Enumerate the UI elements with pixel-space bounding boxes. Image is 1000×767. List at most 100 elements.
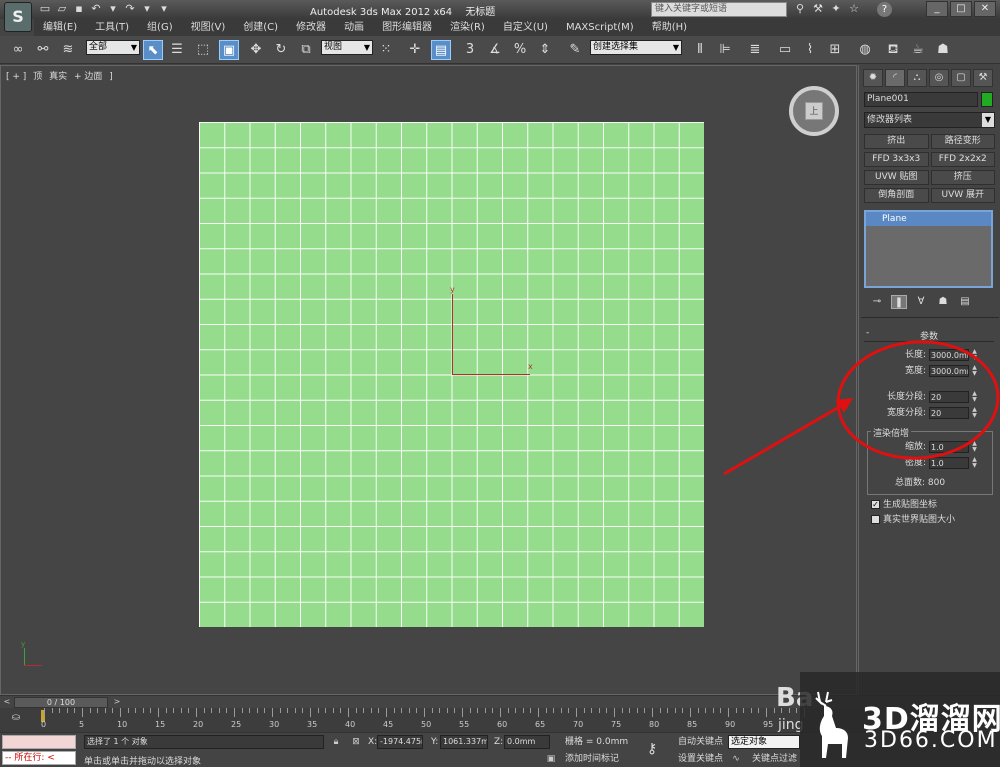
layer-manager-icon[interactable]: ≣ xyxy=(745,40,765,60)
menu-modifiers[interactable]: 修改器 xyxy=(287,19,335,36)
modify-tab-icon[interactable]: ◜ xyxy=(885,69,905,87)
move-icon[interactable]: ✥ xyxy=(246,40,266,60)
modifier-unwrap-uvw-button[interactable]: UVW 展开 xyxy=(930,188,995,203)
open-file-icon[interactable]: ▱ xyxy=(55,2,69,16)
x-coord-field[interactable]: -1974.475n xyxy=(377,735,423,749)
undo-dropdown-icon[interactable]: ▾ xyxy=(106,2,120,16)
motion-tab-icon[interactable]: ◎ xyxy=(929,69,949,87)
app-logo-icon[interactable]: S xyxy=(4,2,32,32)
percent-snap-icon[interactable]: % xyxy=(510,40,530,60)
parameters-rollout-header[interactable]: - 参数 xyxy=(864,328,994,342)
star-icon[interactable]: ☆ xyxy=(847,2,861,16)
rendered-frame-icon[interactable]: ☕ xyxy=(908,40,928,60)
menu-animation[interactable]: 动画 xyxy=(335,19,373,36)
viewport-pov-label[interactable]: 顶 xyxy=(33,72,42,82)
bind-space-warp-icon[interactable]: ≋ xyxy=(58,40,78,60)
key-filters-button[interactable]: 关键点过滤 xyxy=(752,752,797,766)
spinner-icon[interactable]: ▲ ▼ xyxy=(971,349,978,361)
key-curve-icon[interactable]: ∿ xyxy=(730,753,742,765)
object-color-swatch[interactable] xyxy=(981,92,993,107)
make-unique-icon[interactable]: ∀ xyxy=(913,295,929,309)
scale-icon[interactable]: ⧉ xyxy=(296,40,316,60)
exchange-icon[interactable]: ✦ xyxy=(829,2,843,16)
menu-graph-editors[interactable]: 图形编辑器 xyxy=(373,19,441,36)
menu-tools[interactable]: 工具(T) xyxy=(86,19,138,36)
menu-edit[interactable]: 编辑(E) xyxy=(34,19,86,36)
maxscript-mini-listener[interactable]: -- 所在行: < xyxy=(2,751,76,765)
time-tag-icon[interactable]: ▣ xyxy=(545,753,557,765)
key-target-dropdown[interactable]: 选定对象 xyxy=(728,735,800,749)
reference-coord-dropdown[interactable]: 视图 ▼ xyxy=(321,40,373,55)
time-slider-thumb[interactable]: 0 / 100 xyxy=(14,697,108,708)
remove-modifier-icon[interactable]: ☗ xyxy=(935,295,951,309)
minimize-icon[interactable]: _ xyxy=(926,1,948,17)
checkbox-checked-icon[interactable]: ✓ xyxy=(871,500,880,509)
time-next-icon[interactable]: > xyxy=(112,697,122,708)
checkbox-unchecked-icon[interactable] xyxy=(871,515,880,524)
select-manipulate-icon[interactable]: ✛ xyxy=(405,40,425,60)
key-icon[interactable]: ⚷ xyxy=(647,741,657,757)
add-time-tag[interactable]: 添加时间标记 xyxy=(565,752,619,766)
redo-icon[interactable]: ↷ xyxy=(123,2,137,16)
mini-curve-editor-icon[interactable]: ⛀ xyxy=(8,712,24,726)
new-file-icon[interactable]: ▭ xyxy=(38,2,52,16)
real-world-map-size[interactable]: 真实世界贴图大小 xyxy=(871,515,955,526)
param-length-input[interactable]: 3000.0mm xyxy=(929,349,969,361)
stack-item-plane[interactable]: Plane xyxy=(866,212,991,226)
material-editor-icon[interactable]: ◍ xyxy=(855,40,875,60)
binoculars-icon[interactable]: ⚲ xyxy=(793,2,807,16)
menu-views[interactable]: 视图(V) xyxy=(182,19,235,36)
maxscript-listener-output[interactable] xyxy=(2,735,76,749)
render-setup-icon[interactable]: ⛾ xyxy=(883,40,903,60)
spinner-icon[interactable]: ▲ ▼ xyxy=(971,441,978,453)
spinner-icon[interactable]: ▲ ▼ xyxy=(971,391,978,403)
auto-key-button[interactable]: 自动关键点 xyxy=(678,735,723,749)
undo-icon[interactable]: ↶ xyxy=(89,2,103,16)
menu-create[interactable]: 创建(C) xyxy=(234,19,287,36)
param-width-segs-input[interactable]: 20 xyxy=(929,407,969,419)
modifier-extrude-button[interactable]: 挤出 xyxy=(864,134,929,149)
viewcube-top-face[interactable]: 上 xyxy=(805,102,823,120)
viewport-edges-label[interactable]: + 边面 xyxy=(74,72,102,82)
viewport-menu-label[interactable]: [ + ] xyxy=(6,72,26,82)
generate-mapping-coords[interactable]: ✓ 生成贴图坐标 xyxy=(871,500,937,511)
viewport-shading-label[interactable]: 真实 xyxy=(49,72,67,82)
modifier-bevel-profile-button[interactable]: 倒角剖面 xyxy=(864,188,929,203)
keyboard-shortcut-icon[interactable]: ▤ xyxy=(431,40,451,60)
search-input[interactable]: 键入关键字或短语 xyxy=(651,2,787,17)
top-viewport[interactable]: [ + ] 顶 真实 + 边面 ] y x 上 y xyxy=(0,65,857,695)
param-scale-input[interactable]: 1.0 xyxy=(929,441,969,453)
create-tab-icon[interactable]: ✹ xyxy=(863,69,883,87)
menu-rendering[interactable]: 渲染(R) xyxy=(441,19,494,36)
spinner-icon[interactable]: ▲ ▼ xyxy=(971,457,978,469)
param-length-segs-input[interactable]: 20 xyxy=(929,391,969,403)
z-coord-field[interactable]: 0.0mm xyxy=(504,735,550,749)
schematic-view-icon[interactable]: ⊞ xyxy=(825,40,845,60)
tools-icon[interactable]: ⚒ xyxy=(811,2,825,16)
modifier-ffd222-button[interactable]: FFD 2x2x2 xyxy=(930,152,995,167)
show-end-result-icon[interactable]: ❚ xyxy=(891,295,907,309)
mirror-icon[interactable]: ⫴ xyxy=(690,40,710,60)
modifier-squeeze-button[interactable]: 挤压 xyxy=(930,170,995,185)
menu-help[interactable]: 帮助(H) xyxy=(643,19,696,36)
redo-dropdown-icon[interactable]: ▾ xyxy=(140,2,154,16)
utilities-tab-icon[interactable]: ⚒ xyxy=(973,69,993,87)
maximize-icon[interactable]: □ xyxy=(950,1,972,17)
absolute-mode-icon[interactable]: ⊠ xyxy=(350,736,362,748)
snap-toggle-icon[interactable]: 3 xyxy=(460,40,480,60)
param-density-input[interactable]: 1.0 xyxy=(929,457,969,469)
set-key-button[interactable]: 设置关键点 xyxy=(678,752,723,766)
pivot-center-icon[interactable]: ⁙ xyxy=(376,40,396,60)
spinner-icon[interactable]: ▲ ▼ xyxy=(971,407,978,419)
window-crossing-icon[interactable]: ▣ xyxy=(219,40,239,60)
viewport-label[interactable]: [ + ] 顶 真实 + 边面 ] xyxy=(6,69,117,82)
menu-maxscript[interactable]: MAXScript(M) xyxy=(557,19,643,36)
close-icon[interactable]: ✕ xyxy=(974,1,996,17)
graphite-ribbon-icon[interactable]: ▭ xyxy=(775,40,795,60)
spinner-snap-icon[interactable]: ⇕ xyxy=(535,40,555,60)
modifier-path-deform-button[interactable]: 路径变形 xyxy=(930,134,995,149)
viewcube[interactable]: 上 xyxy=(789,86,839,136)
select-by-name-icon[interactable]: ☰ xyxy=(167,40,187,60)
align-icon[interactable]: ⊫ xyxy=(715,40,735,60)
rotate-icon[interactable]: ↻ xyxy=(271,40,291,60)
